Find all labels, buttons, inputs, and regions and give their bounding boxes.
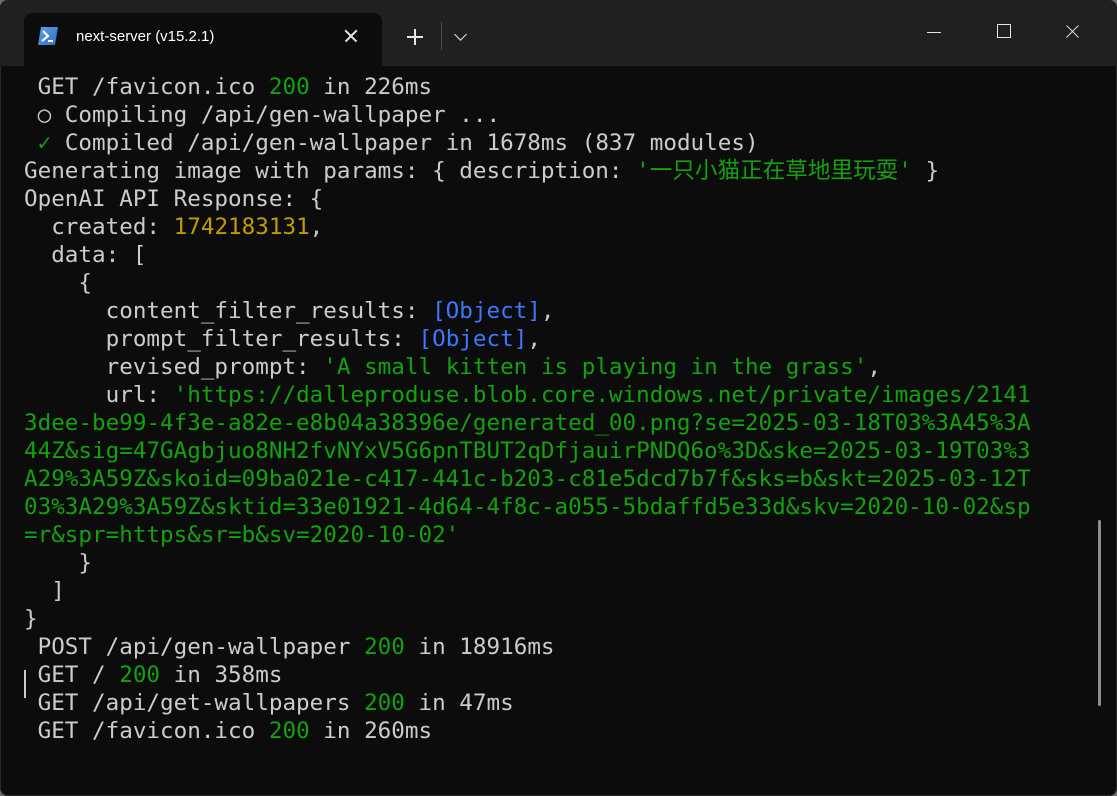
terminal-text-segment: ✓ [37,130,52,156]
terminal-text-segment: ] [24,578,65,604]
terminal-line: POST /api/gen-wallpaper 200 in 18916ms [24,633,555,661]
terminal-text-segment: 200 [119,662,161,688]
title-bar: next-server (v15.2.1) [0,0,1117,66]
terminal-text-segment: '一只小猫正在草地里玩耍' [636,158,912,184]
chevron-down-icon[interactable] [448,24,474,50]
terminal-line: prompt_filter_results: [Object], [24,325,541,353]
terminal-line: 3dee-be99-4f3e-a82e-e8b04a38396e/generat… [24,409,1031,437]
terminal-text-segment: in 47ms [404,690,514,716]
divider [441,22,442,50]
terminal-text-segment: revised_prompt: [24,354,324,380]
tab-close-icon[interactable] [340,25,362,47]
close-window-icon[interactable] [1049,16,1095,48]
terminal-line: GET /api/get-wallpapers 200 in 47ms [24,689,514,717]
terminal-line: 03%3A29%3A59Z&sktid=33e01921-4d64-4f8c-a… [24,493,1031,521]
terminal-line: } [24,549,92,577]
terminal-line: revised_prompt: 'A small kitten is playi… [24,353,881,381]
terminal-line: OpenAI API Response: { [24,185,323,213]
terminal-line: ] [24,577,65,605]
terminal-text-segment: 1742183131 [173,214,310,240]
terminal-line: Generating image with params: { descript… [24,157,939,185]
terminal-output[interactable]: GET /favicon.ico 200 in 226ms ○ Compilin… [0,73,1097,786]
terminal-text-segment: } [24,606,38,632]
terminal-text-segment: ○ Compiling /api/gen-wallpaper ... [24,102,501,128]
terminal-line: } [24,605,38,633]
terminal-text-segment: { [24,270,93,296]
terminal-text-segment: 200 [364,690,405,716]
terminal-text-segment: 200 [268,718,310,744]
terminal-text-segment: Generating image with params: { descript… [24,158,637,184]
terminal-text-segment: 3dee-be99-4f3e-a82e-e8b04a38396e/generat… [24,410,1031,436]
terminal-text-segment: in 18916ms [404,634,555,660]
terminal-text-segment: GET / [24,662,120,688]
terminal-line: content_filter_results: [Object], [24,297,555,325]
terminal-line: 44Z&sig=47GAgbjuo8NH2fvNYxV5G6pnTBUT2qDf… [24,437,1031,465]
terminal-text-segment: GET /favicon.ico [24,74,269,100]
terminal-text-segment: GET /api/get-wallpapers [24,690,365,716]
terminal-line: { [24,269,92,297]
terminal-line: url: 'https://dalleproduse.blob.core.win… [24,381,1031,409]
minimize-icon[interactable] [910,16,956,48]
terminal-line: ○ Compiling /api/gen-wallpaper ... [24,101,501,129]
terminal-text-segment: 'https://dalleproduse.blob.core.windows.… [173,382,1031,408]
terminal-text-segment: in 358ms [160,662,283,688]
terminal-text-segment: A29%3A59Z&skoid=09ba021e-c417-441c-b203-… [24,466,1031,492]
terminal-text-segment: in 260ms [309,718,433,744]
terminal-text-segment: in 226ms [309,74,433,100]
terminal-text-segment: 200 [268,74,310,100]
terminal-text-segment: } [24,550,93,576]
terminal-text-segment: [Object] [432,298,541,324]
terminal-line: data: [ [24,241,146,269]
terminal-line: created: 1742183131, [24,213,323,241]
tab-title: next-server (v15.2.1) [76,28,215,45]
terminal-line: =r&spr=https&sr=b&sv=2020-10-02' [24,521,459,549]
tab-next-server[interactable]: next-server (v15.2.1) [24,13,382,66]
terminal-text-segment: url: [24,382,174,408]
terminal-text-segment: GET /favicon.ico [24,718,269,744]
terminal-line: GET /favicon.ico 200 in 260ms [24,717,433,745]
terminal-text-segment: data: [ [24,242,147,268]
scrollbar[interactable] [1098,520,1101,706]
terminal-text-segment: Compiled /api/gen-wallpaper in 1678ms (8… [51,130,759,156]
terminal-text-segment: 03%3A29%3A59Z&sktid=33e01921-4d64-4f8c-a… [24,494,1031,520]
terminal-text-segment: 'A small kitten is playing in the grass' [323,354,868,380]
text-cursor [24,670,26,698]
terminal-text-segment: , [527,326,541,352]
terminal-text-segment: POST /api/gen-wallpaper [24,634,365,660]
powershell-icon [38,27,58,45]
terminal-window: next-server (v15.2.1) GET /favicon.ico 2… [0,0,1117,796]
terminal-line: A29%3A59Z&skoid=09ba021e-c417-441c-b203-… [24,465,1031,493]
terminal-text-segment: content_filter_results: [24,298,433,324]
new-tab-plus-icon[interactable] [402,24,428,50]
terminal-text-segment: [Object] [418,326,528,352]
terminal-line: GET /favicon.ico 200 in 226ms [24,73,433,101]
terminal-text-segment: 200 [364,634,405,660]
terminal-text-segment: OpenAI API Response: { [24,186,324,212]
maximize-icon[interactable] [980,16,1026,48]
terminal-text-segment: } [911,158,940,184]
terminal-text-segment: , [867,354,881,380]
terminal-text-segment: , [309,214,324,240]
terminal-text-segment: prompt_filter_results: [24,326,419,352]
terminal-text-segment: , [540,298,555,324]
terminal-line: ✓ Compiled /api/gen-wallpaper in 1678ms … [24,129,759,157]
terminal-text-segment: =r&spr=https&sr=b&sv=2020-10-02' [24,522,460,548]
terminal-text-segment: created: [24,214,174,240]
terminal-line: GET / 200 in 358ms [24,661,283,689]
terminal-text-segment: 44Z&sig=47GAgbjuo8NH2fvNYxV5G6pnTBUT2qDf… [24,438,1031,464]
